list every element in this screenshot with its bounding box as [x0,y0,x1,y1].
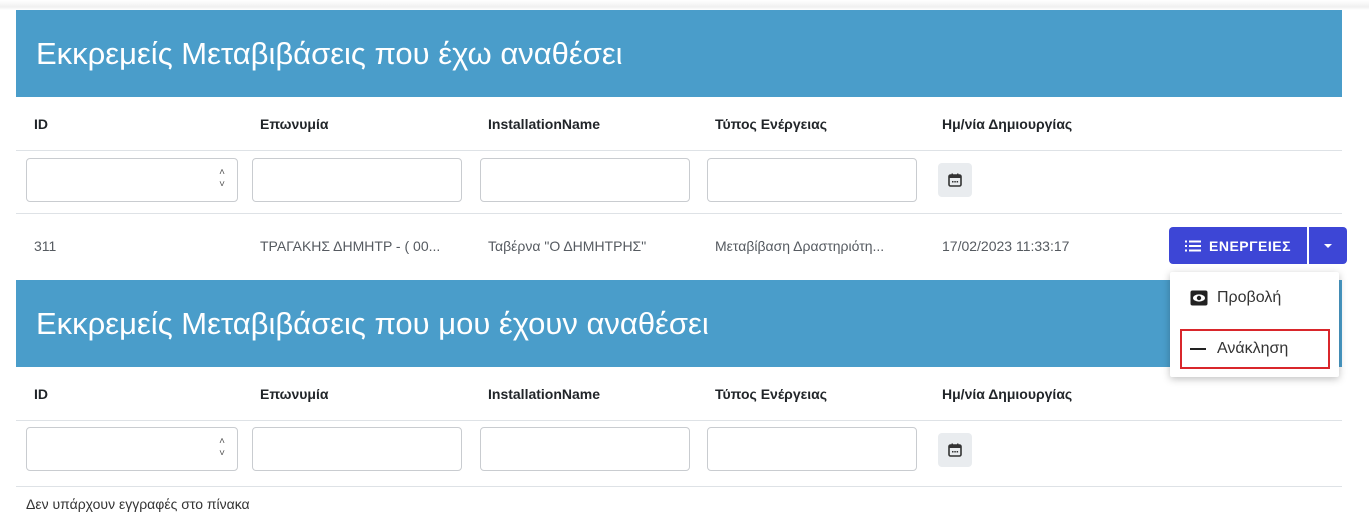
col-name-header[interactable]: Επωνυμία [260,97,329,150]
calendar-button[interactable] [938,163,972,197]
minus-icon [1190,348,1206,350]
calendar-button[interactable] [938,433,972,467]
row-name: ΤΡΑΓΑΚΗΣ ΔΗΜΗΤΡ - ( 00... [260,237,441,254]
panel2-filter-row: ˄ ˅ [16,421,1342,487]
col-id-header[interactable]: ID [34,367,48,420]
actions-dropdown-menu: Προβολή Ανάκληση [1170,272,1339,377]
actions-dropdown-toggle[interactable] [1309,227,1348,264]
menu-item-view[interactable]: Προβολή [1170,278,1339,318]
panel1-filter-row: ˄ ˅ [16,151,1342,214]
actions-button-label: ΕΝΕΡΓΕΙΕΣ [1209,237,1292,254]
col-created-header[interactable]: Ημ/νία Δημιουργίας [942,97,1072,150]
calendar-icon [948,443,962,457]
id-filter-input[interactable]: ˄ ˅ [26,427,238,471]
id-filter-input[interactable]: ˄ ˅ [26,158,238,202]
chevron-down-icon[interactable]: ˅ [219,179,225,191]
empty-table-message: Δεν υπάρχουν εγγραφές στο πίνακα [26,496,250,512]
col-name-header[interactable]: Επωνυμία [260,367,329,420]
panel2-table: ID Επωνυμία InstallationName Τύπος Ενέργ… [16,367,1342,487]
menu-item-revoke[interactable]: Ανάκληση [1180,329,1330,369]
panel1-table: ID Επωνυμία InstallationName Τύπος Ενέργ… [16,97,1348,277]
panel1-title: Εκκρεμείς Μεταβιβάσεις που έχω αναθέσει [36,35,623,71]
row-type: Μεταβίβαση Δραστηριότη... [715,237,885,254]
name-filter-input[interactable] [252,158,462,202]
top-strip [0,0,1369,10]
actions-button-group: ΕΝΕΡΓΕΙΕΣ [1169,227,1348,264]
col-installation-header[interactable]: InstallationName [488,367,600,420]
panel2-header-row: ID Επωνυμία InstallationName Τύπος Ενέργ… [16,367,1342,421]
col-installation-header[interactable]: InstallationName [488,97,600,150]
panel2-header: Εκκρεμείς Μεταβιβάσεις που μου έχουν ανα… [16,280,1342,367]
type-filter-input[interactable] [707,427,917,471]
col-id-header[interactable]: ID [34,97,48,150]
table-row[interactable]: 311 ΤΡΑΓΑΚΗΣ ΔΗΜΗΤΡ - ( 00... Ταβέρνα "Ο… [16,214,1348,277]
col-type-header[interactable]: Τύπος Ενέργειας [715,367,827,420]
col-created-header[interactable]: Ημ/νία Δημιουργίας [942,367,1072,420]
caret-down-icon [1324,243,1333,248]
eye-icon [1190,290,1208,306]
panel2-title: Εκκρεμείς Μεταβιβάσεις που μου έχουν ανα… [36,305,709,341]
row-id: 311 [34,237,57,254]
chevron-up-icon[interactable]: ˄ [219,436,225,448]
spinner[interactable]: ˄ ˅ [217,167,227,191]
chevron-up-icon[interactable]: ˄ [219,167,225,179]
actions-button[interactable]: ΕΝΕΡΓΕΙΕΣ [1169,227,1308,264]
row-created: 17/02/2023 11:33:17 [942,237,1070,254]
panel1-header-row: ID Επωνυμία InstallationName Τύπος Ενέργ… [16,97,1342,151]
menu-item-view-label: Προβολή [1217,289,1282,306]
name-filter-input[interactable] [252,427,462,471]
type-filter-input[interactable] [707,158,917,202]
installation-filter-input[interactable] [480,427,690,471]
row-installation: Ταβέρνα "Ο ΔΗΜΗΤΡΗΣ" [488,237,647,254]
list-icon [1185,240,1201,251]
col-type-header[interactable]: Τύπος Ενέργειας [715,97,827,150]
menu-item-revoke-label: Ανάκληση [1217,340,1289,357]
installation-filter-input[interactable] [480,158,690,202]
chevron-down-icon[interactable]: ˅ [219,448,225,460]
calendar-icon [948,173,962,187]
panel1-header: Εκκρεμείς Μεταβιβάσεις που έχω αναθέσει [16,10,1342,97]
spinner[interactable]: ˄ ˅ [217,436,227,460]
